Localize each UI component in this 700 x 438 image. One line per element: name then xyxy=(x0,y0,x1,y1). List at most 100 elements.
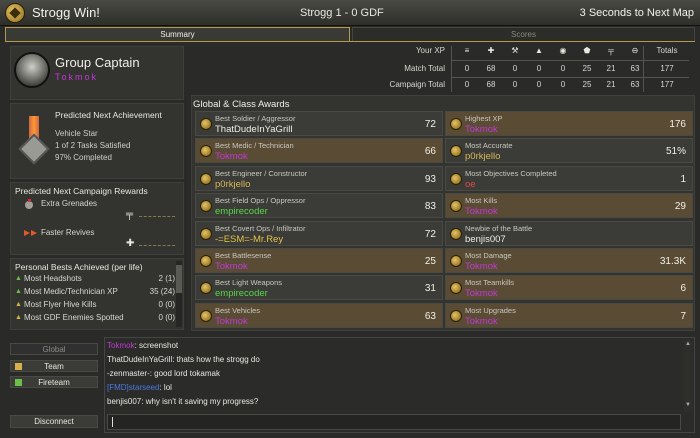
stats-cell: 0 xyxy=(512,64,518,73)
scroll-up-icon[interactable]: ▲ xyxy=(685,341,691,347)
award-value: 63 xyxy=(424,310,436,322)
stats-row-label: Campaign Total xyxy=(389,80,445,89)
chat-text: : screenshot xyxy=(134,341,179,350)
chat-speaker: Tokmok xyxy=(107,341,135,350)
award-medal-icon xyxy=(200,200,212,213)
arrow-icon: ▲ xyxy=(15,275,22,282)
stats-cell: 21 xyxy=(606,64,616,73)
awards-title: Global & Class Awards xyxy=(193,99,290,110)
award-medal-icon xyxy=(200,255,212,267)
totals-header: Totals xyxy=(656,46,678,55)
award-value: 31.3K xyxy=(659,256,686,267)
chat-fireteam-button[interactable]: Fireteam xyxy=(10,376,98,388)
award-player: Tokmok xyxy=(465,124,498,135)
chat-team-button[interactable]: Team xyxy=(10,360,98,372)
award-medal-icon xyxy=(200,227,212,240)
award-medal-icon xyxy=(450,145,462,158)
chat-speaker: benjis007 xyxy=(107,397,142,406)
rifle-icon: ╤ xyxy=(126,209,134,220)
award-medal-icon xyxy=(450,200,462,213)
reward-progress-bar xyxy=(139,242,175,246)
award-row: Best Vehicles Tokmok 63 xyxy=(195,302,443,328)
award-row: Most Kills Tokmok 29 xyxy=(445,193,693,219)
campaign-rewards: Predicted Next Campaign Rewards Extra Gr… xyxy=(10,182,184,255)
bests-scrollbar[interactable] xyxy=(176,261,182,327)
chat-text: : thats how the strogg do xyxy=(172,355,260,364)
award-value: 29 xyxy=(674,201,686,213)
award-value: 6 xyxy=(680,283,686,295)
team-flag-icon xyxy=(15,363,22,370)
award-name: Best Battlesense xyxy=(215,251,272,260)
personal-bests: Personal Bests Achieved (per life) ▲ Most… xyxy=(10,258,184,330)
stats-cell: 68 xyxy=(486,80,496,89)
award-medal-icon xyxy=(450,309,462,322)
award-name: Best Medic / Technician xyxy=(215,141,294,151)
award-medal-icon xyxy=(450,172,462,185)
best-value: 0 (0) xyxy=(158,300,175,309)
chat-scrollbar[interactable]: ▲ ▼ xyxy=(684,340,692,412)
award-row: Most Teamkills Tokmok 6 xyxy=(445,275,693,301)
award-player: benjis007 xyxy=(465,233,506,245)
reward-progress-bar xyxy=(139,213,175,217)
award-row: Best Medic / Technician Tokmok 66 xyxy=(195,138,443,164)
stats-row-match: Match Total 0 68 0 0 0 25 21 63 177 xyxy=(385,64,690,76)
stats-cell: 0 xyxy=(536,64,542,73)
chat-global-button[interactable]: Global xyxy=(10,343,98,355)
scroll-down-icon[interactable]: ▼ xyxy=(685,402,691,408)
award-row: Newbie of the Battle benjis007 xyxy=(445,220,693,246)
tab-summary[interactable]: Summary xyxy=(5,27,350,42)
award-value: 31 xyxy=(424,283,436,295)
disconnect-button[interactable]: Disconnect xyxy=(10,415,98,428)
award-value: 176 xyxy=(669,119,686,130)
best-value: 2 (1) xyxy=(158,274,175,283)
award-name: Newbie of the Battle xyxy=(465,223,533,233)
best-label: Most GDF Enemies Spotted xyxy=(24,313,124,322)
award-name: Most Upgrades xyxy=(465,305,516,315)
match-result-title: Strogg Win! xyxy=(32,5,100,20)
reward-label: Extra Grenades xyxy=(41,199,98,208)
award-row: Best Covert Ops / Infiltrator -=ESM=-Mr.R… xyxy=(195,220,443,246)
bests-title: Personal Bests Achieved (per life) xyxy=(15,262,143,272)
chat-input[interactable] xyxy=(107,414,681,430)
award-player: Tokmok xyxy=(215,151,248,163)
award-player: Tokmok xyxy=(465,206,498,218)
award-value: 72 xyxy=(424,119,436,130)
player-name: Tokmok xyxy=(55,72,99,82)
award-name: Best Field Ops / Oppressor xyxy=(215,196,306,206)
covert-icon: ◉ xyxy=(559,46,567,55)
next-map-countdown: 3 Seconds to Next Map xyxy=(579,7,694,19)
award-name: Most Objectives Completed xyxy=(465,168,557,178)
chat-text: : good lord tokamak xyxy=(149,369,220,378)
chat-message: [FMD]starseed: lol xyxy=(107,383,172,392)
chat-log: Tokmok: screenshot ThatDudeInYaGrill: tha… xyxy=(104,337,695,433)
stats-cell: 0 xyxy=(464,64,470,73)
award-row: Best Light Weapons empirecoder 31 xyxy=(195,275,443,301)
award-medal-icon xyxy=(450,255,462,267)
rank-icon: ≡ xyxy=(464,46,470,55)
award-row: Highest XP Tokmok 176 xyxy=(445,111,693,136)
stats-cell: 0 xyxy=(560,64,566,73)
battlesense-icon: ⬟ xyxy=(583,46,591,55)
fireteam-shield-icon xyxy=(15,379,22,386)
award-medal-icon xyxy=(200,282,212,295)
award-medal-icon xyxy=(450,227,462,240)
stats-divider xyxy=(643,46,644,92)
scrollbar-thumb[interactable] xyxy=(176,265,182,293)
fieldops-icon: ▲ xyxy=(535,46,543,55)
tab-scores[interactable]: Scores xyxy=(352,27,695,42)
best-label: Most Flyer Hive Kills xyxy=(24,300,97,309)
award-value: 93 xyxy=(424,173,436,185)
medic-icon: ✚ xyxy=(487,46,495,55)
rank-avatar xyxy=(14,52,50,88)
player-rank: Group Captain xyxy=(55,55,140,70)
revive-icon xyxy=(23,227,39,237)
stats-cell: 0 xyxy=(512,80,518,89)
award-value: 1 xyxy=(680,173,686,185)
award-row: Most Upgrades Tokmok 7 xyxy=(445,302,693,328)
stats-row-campaign: Campaign Total 0 68 0 0 0 25 21 63 177 xyxy=(385,80,690,92)
award-row: Best Soldier / Aggressor ThatDudeInYaGril… xyxy=(195,111,443,136)
arrow-icon: ▲ xyxy=(15,288,22,295)
best-value: 35 (24) xyxy=(149,287,175,296)
award-value: 72 xyxy=(424,228,436,240)
reward-label: Faster Revives xyxy=(41,228,95,237)
